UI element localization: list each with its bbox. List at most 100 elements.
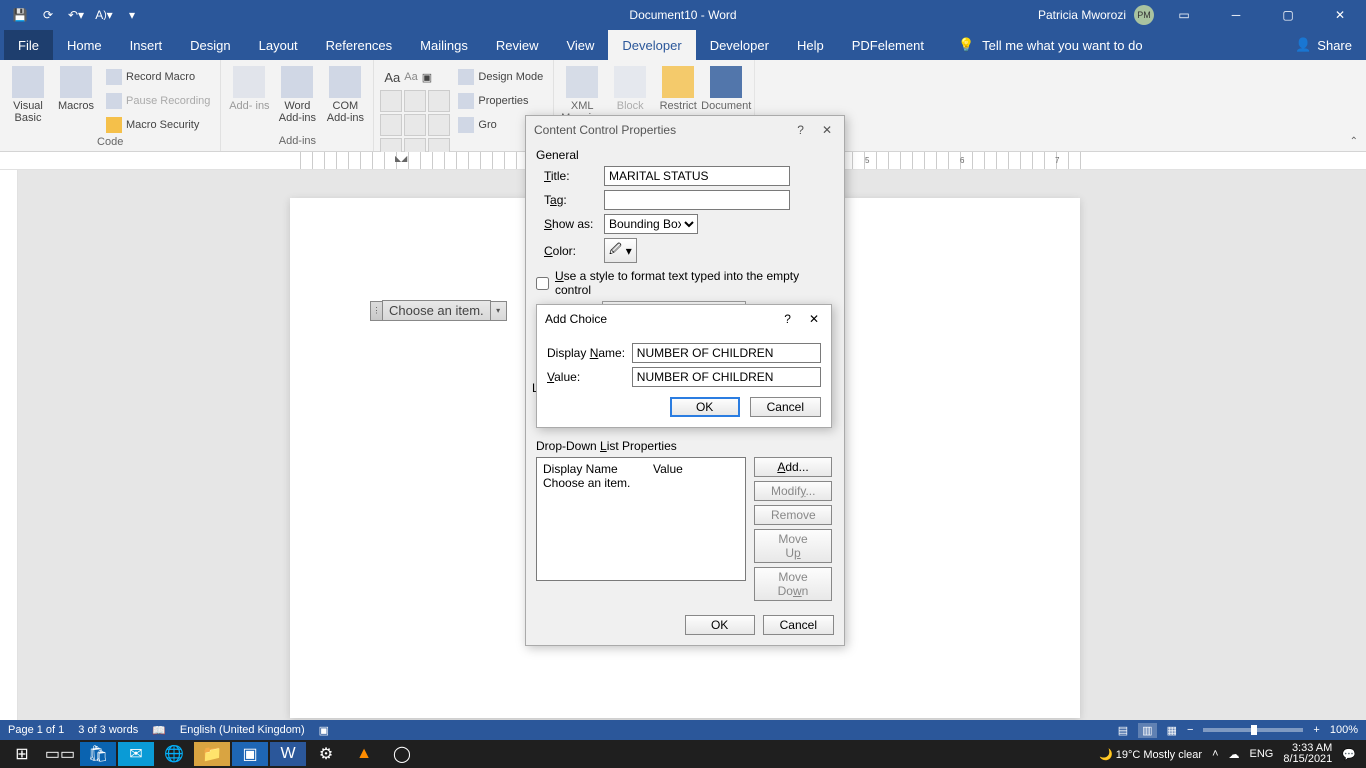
ribbon-display-icon[interactable]: ▭ — [1162, 0, 1206, 30]
tell-me-search[interactable]: 💡 Tell me what you want to do — [958, 30, 1143, 60]
share-button[interactable]: 👤 Share — [1281, 30, 1366, 60]
word-taskbar-icon[interactable]: W — [270, 742, 306, 766]
document-template-button[interactable]: Document — [704, 62, 748, 112]
status-page[interactable]: Page 1 of 1 — [8, 724, 64, 736]
user-avatar[interactable]: PM — [1134, 5, 1154, 25]
zoom-out-icon[interactable]: − — [1187, 724, 1193, 736]
addchoice-val-input[interactable] — [632, 367, 821, 387]
tray-chevron-icon[interactable]: ˄ — [1212, 748, 1218, 760]
addchoice-help-icon[interactable]: ? — [780, 310, 795, 328]
settings-icon[interactable]: ⚙ — [308, 742, 344, 766]
zoom-in-icon[interactable]: + — [1313, 724, 1319, 736]
ccp-ok-button[interactable]: OK — [685, 615, 755, 635]
cc-handle-icon[interactable]: ⋮ — [370, 301, 382, 321]
file-tab[interactable]: File — [4, 30, 53, 60]
maximize-button[interactable]: ▢ — [1266, 0, 1310, 30]
tab-insert[interactable]: Insert — [116, 30, 177, 60]
ccp-titlebar[interactable]: Content Control Properties ? ✕ — [526, 116, 844, 144]
addchoice-cancel-button[interactable]: Cancel — [750, 397, 821, 417]
ccp-color-button[interactable]: 🖉▾ — [604, 238, 637, 263]
macro-security-button[interactable]: Macro Security — [102, 114, 214, 136]
undo-icon[interactable]: ↶▾ — [64, 3, 88, 27]
addins-button[interactable]: Add- ins — [227, 62, 271, 112]
status-macro-icon[interactable]: ▣ — [319, 724, 329, 737]
record-macro-button[interactable]: Record Macro — [102, 66, 214, 88]
addchoice-ok-button[interactable]: OK — [670, 397, 740, 417]
ccp-cancel-button[interactable]: Cancel — [763, 615, 834, 635]
tab-references[interactable]: References — [312, 30, 406, 60]
vertical-ruler[interactable] — [0, 170, 18, 720]
addchoice-titlebar[interactable]: Add Choice ? ✕ — [537, 305, 831, 333]
zoom-slider[interactable] — [1203, 728, 1303, 732]
save-icon[interactable]: 💾 — [8, 3, 32, 27]
aa-rich-button[interactable]: Aa Aa ▣ — [380, 66, 450, 88]
weather-widget[interactable]: 🌙 19°C Mostly clear — [1099, 748, 1202, 761]
com-addins-icon — [329, 66, 361, 98]
notifications-icon[interactable]: 💬 — [1342, 748, 1356, 761]
mail-icon[interactable]: ✉ — [118, 742, 154, 766]
macros-icon — [60, 66, 92, 98]
tab-layout[interactable]: Layout — [245, 30, 312, 60]
ccp-use-style-checkbox[interactable] — [536, 277, 549, 290]
start-button[interactable]: ⊞ — [4, 742, 40, 766]
status-words[interactable]: 3 of 3 words — [78, 724, 138, 736]
controls-gallery[interactable] — [380, 90, 450, 160]
tray-clock[interactable]: 3:33 AM8/15/2021 — [1283, 743, 1332, 765]
explorer-icon[interactable]: 📁 — [194, 742, 230, 766]
tab-pdfelement[interactable]: PDFelement — [838, 30, 938, 60]
restrict-button[interactable]: Restrict — [656, 62, 700, 112]
ccp-tag-input[interactable] — [604, 190, 790, 210]
ccp-title-input[interactable] — [604, 166, 790, 186]
ccp-list[interactable]: Display NameValue Choose an item. — [536, 457, 746, 581]
word-addins-button[interactable]: Word Add-ins — [275, 62, 319, 124]
view-web-icon[interactable]: ▦ — [1167, 724, 1177, 737]
view-read-icon[interactable]: ▤ — [1118, 724, 1128, 737]
minimize-button[interactable]: ─ — [1214, 0, 1258, 30]
tab-review[interactable]: Review — [482, 30, 553, 60]
visual-basic-button[interactable]: Visual Basic — [6, 62, 50, 124]
vlc-icon[interactable]: ▲ — [346, 742, 382, 766]
edge-icon[interactable]: 🌐 — [156, 742, 192, 766]
content-control[interactable]: ⋮ Choose an item. ▾ — [370, 300, 507, 321]
qat-customize-icon[interactable]: ▾ — [120, 3, 144, 27]
cc-dropdown-arrow[interactable]: ▾ — [491, 301, 507, 321]
macros-button[interactable]: Macros — [54, 62, 98, 112]
status-language[interactable]: English (United Kingdom) — [180, 724, 305, 736]
collapse-ribbon-icon[interactable]: ⌃ — [1350, 136, 1358, 147]
vb-icon — [12, 66, 44, 98]
tab-developer[interactable]: Developer — [608, 30, 695, 60]
view-print-icon[interactable]: ▥ — [1138, 723, 1156, 738]
store-icon[interactable]: 🛍 — [80, 742, 116, 766]
tab-developer-2[interactable]: Developer — [696, 30, 783, 60]
ccp-help-icon[interactable]: ? — [793, 121, 808, 139]
user-name[interactable]: Patricia Mworozi — [1038, 8, 1126, 22]
status-proofing-icon[interactable]: 📖 — [152, 724, 166, 737]
app-icon[interactable]: ▣ — [232, 742, 268, 766]
font-qat-icon[interactable]: A)▾ — [92, 3, 116, 27]
taskbar: ⊞ ▭▭ 🛍 ✉ 🌐 📁 ▣ W ⚙ ▲ ◯ 🌙 19°C Mostly cle… — [0, 740, 1366, 768]
cc-placeholder[interactable]: Choose an item. — [382, 300, 491, 321]
sync-icon[interactable]: ⟳ — [36, 3, 60, 27]
tab-help[interactable]: Help — [783, 30, 838, 60]
properties-button[interactable]: Properties — [454, 90, 547, 112]
dialog-add-choice: Add Choice ? ✕ Display Name: Value: OK C… — [536, 304, 832, 428]
ccp-add-button[interactable]: Add... — [754, 457, 832, 477]
tab-mailings[interactable]: Mailings — [406, 30, 482, 60]
tab-home[interactable]: Home — [53, 30, 116, 60]
tray-lang[interactable]: ENG — [1250, 748, 1274, 760]
tab-view[interactable]: View — [552, 30, 608, 60]
chrome-icon[interactable]: ◯ — [384, 742, 420, 766]
ccp-close-icon[interactable]: ✕ — [818, 121, 836, 139]
close-button[interactable]: ✕ — [1318, 0, 1362, 30]
addchoice-dn-input[interactable] — [632, 343, 821, 363]
zoom-level[interactable]: 100% — [1330, 724, 1358, 736]
ccp-dropdown-label: Drop-Down List Properties — [536, 439, 834, 453]
tab-design[interactable]: Design — [176, 30, 244, 60]
ccp-row-1[interactable]: Choose an item. — [543, 476, 739, 490]
design-mode-button[interactable]: Design Mode — [454, 66, 547, 88]
com-addins-button[interactable]: COM Add-ins — [323, 62, 367, 124]
task-view-icon[interactable]: ▭▭ — [42, 742, 78, 766]
ccp-showas-select[interactable]: Bounding Box — [604, 214, 698, 234]
addchoice-close-icon[interactable]: ✕ — [805, 310, 823, 328]
onedrive-icon[interactable]: ☁ — [1229, 748, 1240, 761]
